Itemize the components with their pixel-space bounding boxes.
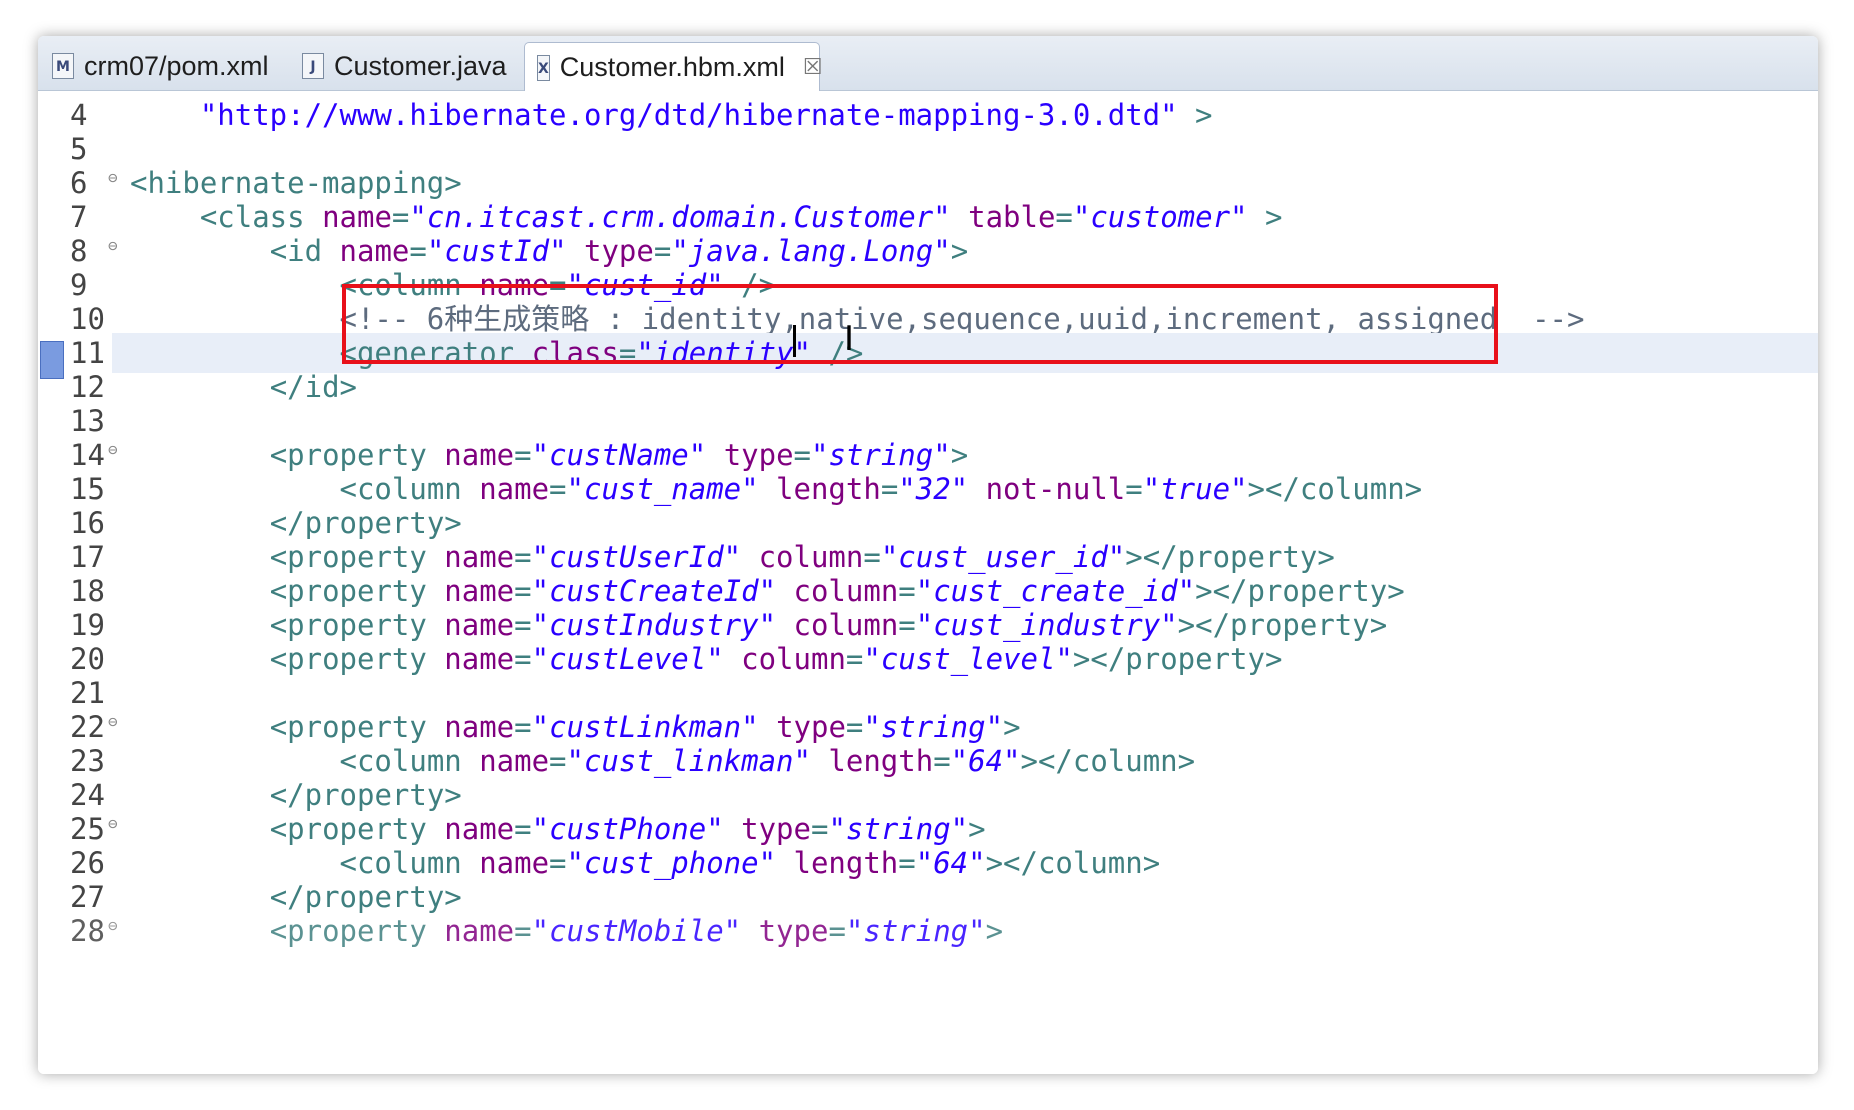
editor-tab-bar: M crm07/pom.xml J Customer.java X Custom… [38, 36, 1818, 92]
text-caret [793, 325, 796, 357]
xml-file-icon: M [52, 53, 74, 79]
fold-toggle-icon[interactable]: ⊖ [108, 163, 118, 193]
close-icon[interactable]: ☒ [803, 55, 823, 80]
tab-label: Customer.hbm.xml [559, 52, 785, 82]
fold-toggle-icon[interactable]: ⊖ [108, 911, 118, 941]
fold-toggle-icon[interactable]: ⊖ [108, 231, 118, 261]
fold-toggle-icon[interactable]: ⊖ [108, 707, 118, 737]
tab-customer-java[interactable]: J Customer.java [296, 42, 522, 90]
editor-window: M crm07/pom.xml J Customer.java X Custom… [38, 36, 1818, 1074]
xml-file-icon: X [537, 54, 550, 81]
code-text: <property name="custMobile" type="string… [269, 914, 1004, 948]
fold-toggle-icon[interactable]: ⊖ [108, 435, 118, 465]
tab-label: crm07/pom.xml [84, 50, 269, 81]
code-line[interactable]: 28 ⊖ <property name="custMobile" type="st… [38, 911, 1818, 951]
annotation-highlight-box [342, 284, 1498, 364]
tab-customer-hbm-xml[interactable]: X Customer.hbm.xml ☒ [524, 42, 823, 92]
ibeam-cursor-icon: I [844, 319, 855, 359]
code-editor[interactable]: 4 "http://www.hibernate.org/dtd/hibernat… [38, 91, 1818, 1074]
fold-toggle-icon[interactable]: ⊖ [108, 809, 118, 839]
tab-label: Customer.java [334, 50, 507, 81]
java-file-icon: J [302, 53, 324, 79]
tab-pom-xml[interactable]: M crm07/pom.xml [46, 42, 284, 90]
